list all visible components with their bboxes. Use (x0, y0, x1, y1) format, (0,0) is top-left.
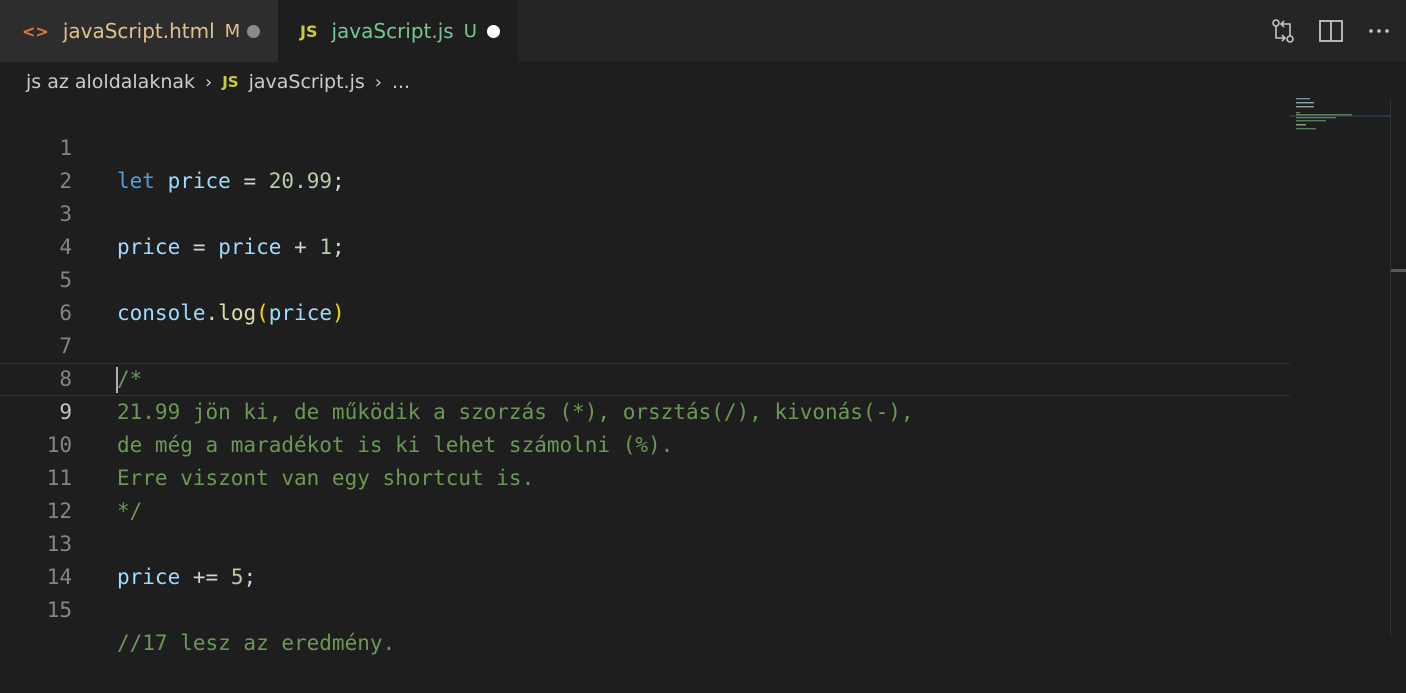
code-text: //17 lesz az eredmény. (117, 631, 396, 655)
html-file-icon: <> (22, 21, 49, 41)
breadcrumb-symbols[interactable]: ... (392, 71, 410, 93)
minimap[interactable] (1290, 96, 1390, 156)
code-line: 3 price = price + 1; (0, 165, 1290, 259)
js-file-icon: JS (300, 21, 318, 41)
code-line: 8 21.99 jön ki, de működik a szorzás (*)… (0, 330, 1290, 424)
code-line: 10 Erre viszont van egy shortcut is. (0, 396, 1290, 490)
unsaved-dot-icon[interactable] (487, 24, 500, 38)
split-editor-icon[interactable] (1318, 18, 1344, 44)
code-editor[interactable]: 1 let price = 20.99; 2 3 price = price +… (0, 99, 1390, 655)
code-line: 1 let price = 20.99; (0, 99, 1290, 193)
more-actions-icon[interactable] (1366, 18, 1392, 44)
unsaved-dot-icon[interactable] (247, 24, 260, 38)
code-line: 11 */ (0, 429, 1290, 523)
chevron-right-icon: › (205, 71, 213, 93)
code-line: 12 (0, 462, 1290, 523)
code-line: 13 price += 5; (0, 495, 1290, 589)
vertical-scrollbar[interactable] (1390, 99, 1406, 636)
code-line: 14 (0, 528, 1290, 589)
code-line: 6 (0, 264, 1290, 325)
text-cursor (116, 367, 118, 393)
code-line: 5 console.log(price) (0, 231, 1290, 325)
git-status-badge: M (224, 20, 241, 42)
code-line: 15 //17 lesz az eredmény. (0, 561, 1290, 655)
code-line: 7 /* (0, 297, 1290, 391)
chevron-right-icon: › (374, 71, 382, 93)
editor-tab-bar: <> javaScript.html M JS javaScript.js U (0, 0, 1406, 62)
js-file-icon: JS (222, 73, 239, 91)
line-number: 15 (46, 598, 72, 622)
tab-javascript-html[interactable]: <> javaScript.html M (0, 0, 278, 62)
code-line: 2 (0, 132, 1290, 193)
open-changes-icon[interactable] (1270, 18, 1296, 44)
tab-javascript-js[interactable]: JS javaScript.js U (278, 0, 518, 62)
tab-label: javaScript.js (331, 19, 454, 43)
code-line: 4 (0, 198, 1290, 259)
git-status-badge: U (463, 20, 477, 42)
scrollbar-marker (1391, 269, 1406, 272)
code-line-current: 9 de még a maradékot is ki lehet számoln… (0, 363, 1290, 457)
breadcrumb-file[interactable]: javaScript.js (249, 71, 365, 93)
breadcrumb: js az aloldalaknak › JS javaScript.js › … (26, 66, 410, 98)
breadcrumb-folder[interactable]: js az aloldalaknak (26, 71, 195, 93)
editor-actions (1270, 0, 1392, 62)
tab-label: javaScript.html (62, 19, 215, 43)
